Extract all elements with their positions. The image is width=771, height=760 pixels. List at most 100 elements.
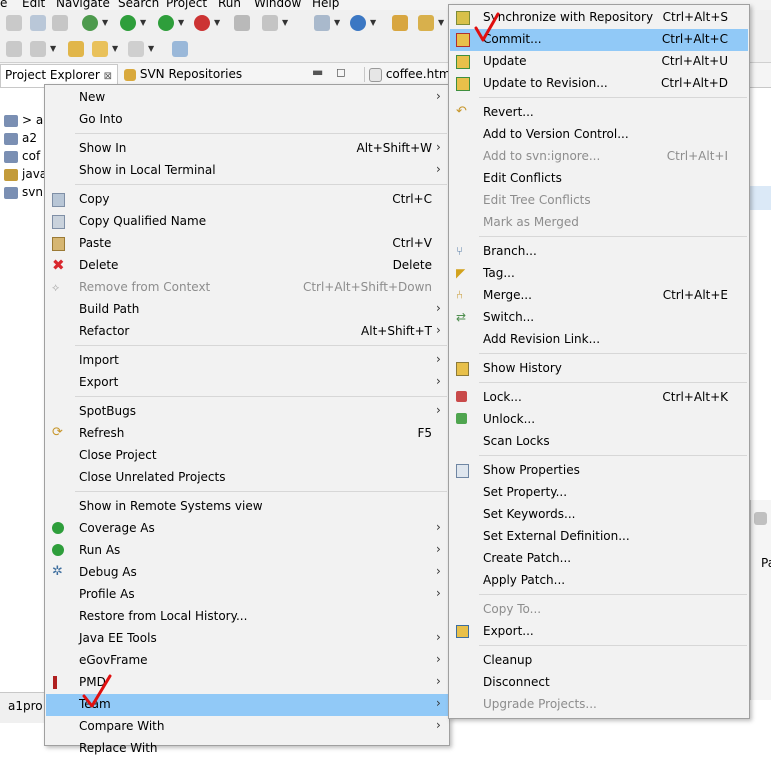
menu-item-export[interactable]: Export ›: [46, 372, 448, 394]
chevron-down-icon[interactable]: ▼: [214, 18, 220, 27]
chevron-down-icon[interactable]: ▼: [438, 18, 444, 27]
coverage-icon[interactable]: [158, 15, 174, 31]
spring-icon[interactable]: [350, 15, 366, 31]
run-icon[interactable]: [120, 15, 136, 31]
panel-icon[interactable]: [754, 512, 767, 525]
chevron-down-icon[interactable]: ▼: [50, 44, 56, 53]
menu-item-profile-as[interactable]: Profile As ›: [46, 584, 448, 606]
chevron-down-icon[interactable]: ▼: [112, 44, 118, 53]
menu-navigate[interactable]: Navigate: [56, 0, 110, 10]
tree-item[interactable]: svn: [4, 185, 43, 199]
open-folder-icon[interactable]: [392, 15, 408, 31]
menu-item-show-history[interactable]: Show History: [450, 358, 748, 380]
menu-item-spotbugs[interactable]: SpotBugs ›: [46, 401, 448, 423]
menu-item-edit-conflicts[interactable]: Edit Conflicts: [450, 168, 748, 190]
menu-item-coverage-as[interactable]: Coverage As ›: [46, 518, 448, 540]
menu-item-scan-locks[interactable]: Scan Locks: [450, 431, 748, 453]
menu-item-delete[interactable]: ✖ Delete Delete: [46, 255, 448, 277]
debug-icon[interactable]: [82, 15, 98, 31]
menu-item-copy-qualified-name[interactable]: Copy Qualified Name: [46, 211, 448, 233]
annotation-icon[interactable]: [6, 41, 22, 57]
menu-item-unlock[interactable]: Unlock...: [450, 409, 748, 431]
menu-window[interactable]: Window: [254, 0, 301, 10]
menu-item-add-svn-ignore[interactable]: Add to svn:ignore... Ctrl+Alt+I: [450, 146, 748, 168]
menu-item-switch[interactable]: ⇄ Switch...: [450, 307, 748, 329]
chevron-down-icon[interactable]: ▼: [148, 44, 154, 53]
chevron-down-icon[interactable]: ▼: [282, 18, 288, 27]
close-icon[interactable]: ⊠: [104, 71, 112, 82]
menu-item-merge[interactable]: ⑃ Merge... Ctrl+Alt+E: [450, 285, 748, 307]
new-icon[interactable]: [6, 15, 22, 31]
menu-help[interactable]: Help: [312, 0, 339, 10]
menu-file[interactable]: e: [0, 0, 7, 10]
chevron-down-icon[interactable]: ▼: [140, 18, 146, 27]
tab-svn-repositories[interactable]: SVN Repositories: [124, 67, 242, 81]
menu-item-team-export[interactable]: Export...: [450, 621, 748, 643]
menu-edit[interactable]: Edit: [22, 0, 45, 10]
menu-item-set-keywords[interactable]: Set Keywords...: [450, 504, 748, 526]
menu-item-close-unrelated[interactable]: Close Unrelated Projects: [46, 467, 448, 489]
menu-item-debug-as[interactable]: ✲ Debug As ›: [46, 562, 448, 584]
save-icon[interactable]: [30, 15, 46, 31]
menu-item-run-as[interactable]: Run As ›: [46, 540, 448, 562]
chevron-down-icon[interactable]: ▼: [178, 18, 184, 27]
menu-item-mark-merged[interactable]: Mark as Merged: [450, 212, 748, 234]
stop-icon[interactable]: [234, 15, 250, 31]
new-server-icon[interactable]: [314, 15, 330, 31]
menu-item-upgrade-projects[interactable]: Upgrade Projects...: [450, 694, 748, 716]
tree-item[interactable]: > a: [4, 113, 43, 127]
menu-item-go-into[interactable]: Go Into: [46, 109, 448, 131]
menu-item-set-property[interactable]: Set Property...: [450, 482, 748, 504]
tree-item[interactable]: a2: [4, 131, 37, 145]
menu-item-tag[interactable]: ◤ Tag...: [450, 263, 748, 285]
menu-project[interactable]: Project: [166, 0, 207, 10]
menu-item-update-revision[interactable]: Update to Revision... Ctrl+Alt+D: [450, 73, 748, 95]
minimize-icon[interactable]: ▬: [312, 65, 323, 79]
menu-item-show-in-terminal[interactable]: Show in Local Terminal ›: [46, 160, 448, 182]
open-type-icon[interactable]: [418, 15, 434, 31]
menu-item-show-remote[interactable]: Show in Remote Systems view: [46, 496, 448, 518]
perspective-icon[interactable]: [172, 41, 188, 57]
menu-item-disconnect[interactable]: Disconnect: [450, 672, 748, 694]
menu-item-add-revision-link[interactable]: Add Revision Link...: [450, 329, 748, 351]
menu-item-branch[interactable]: ⑂ Branch...: [450, 241, 748, 263]
menu-item-javaee-tools[interactable]: Java EE Tools ›: [46, 628, 448, 650]
menu-item-lock[interactable]: Lock... Ctrl+Alt+K: [450, 387, 748, 409]
chevron-down-icon[interactable]: ▼: [102, 18, 108, 27]
chevron-down-icon[interactable]: ▼: [370, 18, 376, 27]
menu-item-import[interactable]: Import ›: [46, 350, 448, 372]
menu-item-refactor[interactable]: Refactor Alt+Shift+T ›: [46, 321, 448, 343]
menu-item-copy-to[interactable]: Copy To...: [450, 599, 748, 621]
menu-item-cleanup[interactable]: Cleanup: [450, 650, 748, 672]
menu-item-compare-with[interactable]: Compare With ›: [46, 716, 448, 738]
menu-item-refresh[interactable]: ⟳ Refresh F5: [46, 423, 448, 445]
maximize-icon[interactable]: ◻: [336, 65, 346, 79]
forward-icon[interactable]: [128, 41, 144, 57]
server-icon[interactable]: [262, 15, 278, 31]
menu-item-paste[interactable]: Paste Ctrl+V: [46, 233, 448, 255]
last-edit-icon[interactable]: [68, 41, 84, 57]
menu-item-edit-tree-conflicts[interactable]: Edit Tree Conflicts: [450, 190, 748, 212]
menu-item-show-properties[interactable]: Show Properties: [450, 460, 748, 482]
menu-item-replace-with[interactable]: Replace With: [46, 738, 448, 760]
external-tools-icon[interactable]: [194, 15, 210, 31]
menu-item-update[interactable]: Update Ctrl+Alt+U: [450, 51, 748, 73]
menu-run[interactable]: Run: [218, 0, 241, 10]
menu-item-new[interactable]: New ›: [46, 87, 448, 109]
menu-item-remove-from-context[interactable]: ⟡ Remove from Context Ctrl+Alt+Shift+Dow…: [46, 277, 448, 299]
menu-item-close-project[interactable]: Close Project: [46, 445, 448, 467]
menu-item-create-patch[interactable]: Create Patch...: [450, 548, 748, 570]
menu-item-show-in[interactable]: Show In Alt+Shift+W ›: [46, 138, 448, 160]
menu-search[interactable]: Search: [118, 0, 159, 10]
back-icon[interactable]: [92, 41, 108, 57]
menu-item-egovframe[interactable]: eGovFrame ›: [46, 650, 448, 672]
menu-item-apply-patch[interactable]: Apply Patch...: [450, 570, 748, 592]
menu-item-set-external[interactable]: Set External Definition...: [450, 526, 748, 548]
menu-item-copy[interactable]: Copy Ctrl+C: [46, 189, 448, 211]
menu-item-revert[interactable]: ↶ Revert...: [450, 102, 748, 124]
next-annotation-icon[interactable]: [30, 41, 46, 57]
menu-item-add-version-control[interactable]: Add to Version Control...: [450, 124, 748, 146]
menu-item-restore-history[interactable]: Restore from Local History...: [46, 606, 448, 628]
tree-item[interactable]: cof: [4, 149, 40, 163]
chevron-down-icon[interactable]: ▼: [334, 18, 340, 27]
